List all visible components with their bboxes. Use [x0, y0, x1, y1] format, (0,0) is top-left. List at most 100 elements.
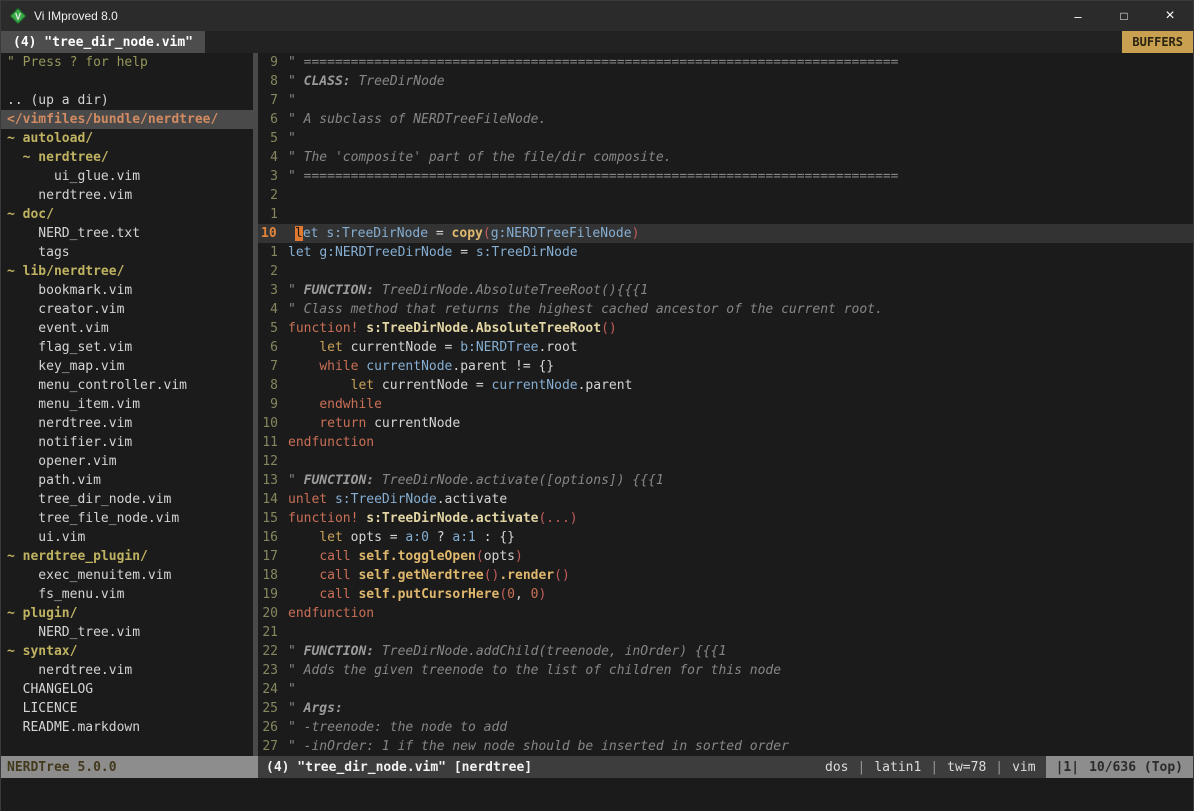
code-token: [288, 416, 319, 431]
code-line[interactable]: 9 endwhile: [258, 395, 1193, 414]
tree-file-item[interactable]: nerdtree.vim: [1, 661, 253, 680]
code-token: [288, 568, 319, 583]
code-line[interactable]: 1: [258, 205, 1193, 224]
tree-dir-item[interactable]: ~ doc/: [1, 205, 253, 224]
tree-file-item[interactable]: creator.vim: [1, 300, 253, 319]
code-token: TreeDirNode.AbsoluteTreeRoot(){{{1: [374, 283, 648, 298]
code-token: currentNode: [366, 359, 452, 374]
code-line[interactable]: 26" -treenode: the node to add: [258, 718, 1193, 737]
tab-label: (4) "tree_dir_node.vim": [13, 35, 193, 50]
tree-file-item[interactable]: NERD_tree.vim: [1, 623, 253, 642]
code-line[interactable]: 8 let currentNode = currentNode.parent: [258, 376, 1193, 395]
tree-file-item[interactable]: LICENCE: [1, 699, 253, 718]
code-line[interactable]: 10 return currentNode: [258, 414, 1193, 433]
tree-dir-item[interactable]: ~ nerdtree_plugin/: [1, 547, 253, 566]
line-number: 1: [258, 205, 288, 224]
code-line[interactable]: 15function! s:TreeDirNode.activate(...): [258, 509, 1193, 528]
code-line[interactable]: 3" FUNCTION: TreeDirNode.AbsoluteTreeRoo…: [258, 281, 1193, 300]
minimize-button[interactable]: –: [1055, 1, 1101, 31]
tree-file-item[interactable]: tags: [1, 243, 253, 262]
tabline-fill: [205, 31, 1122, 53]
code-line[interactable]: 20endfunction: [258, 604, 1193, 623]
tree-file-item[interactable]: menu_controller.vim: [1, 376, 253, 395]
tree-file-item[interactable]: ui.vim: [1, 528, 253, 547]
code-token: (: [483, 226, 491, 241]
code-line[interactable]: 14unlet s:TreeDirNode.activate: [258, 490, 1193, 509]
code-line[interactable]: 2: [258, 262, 1193, 281]
code-line[interactable]: 7 while currentNode.parent != {}: [258, 357, 1193, 376]
line-number: 2: [258, 262, 288, 281]
tree-up-dir-item[interactable]: .. (up a dir): [1, 91, 253, 110]
code-token: s:TreeDirNode: [335, 492, 437, 507]
tree-file-item[interactable]: event.vim: [1, 319, 253, 338]
code-line[interactable]: 22" FUNCTION: TreeDirNode.addChild(treen…: [258, 642, 1193, 661]
code-line[interactable]: 10let s:TreeDirNode = copy(g:NERDTreeFil…: [258, 224, 1193, 243]
code-line[interactable]: 16 let opts = a:0 ? a:1 : {}: [258, 528, 1193, 547]
code-line[interactable]: 5function! s:TreeDirNode.AbsoluteTreeRoo…: [258, 319, 1193, 338]
tree-dir-item[interactable]: ~ syntax/: [1, 642, 253, 661]
tree-file-item[interactable]: bookmark.vim: [1, 281, 253, 300]
tree-file-item[interactable]: key_map.vim: [1, 357, 253, 376]
tree-root-item[interactable]: </vimfiles/bundle/nerdtree/: [1, 110, 253, 129]
tree-file-item[interactable]: nerdtree.vim: [1, 186, 253, 205]
close-button[interactable]: ×: [1147, 1, 1193, 31]
tree-file-item[interactable]: CHANGELOG: [1, 680, 253, 699]
code-line[interactable]: 8" CLASS: TreeDirNode: [258, 72, 1193, 91]
code-text: " CLASS: TreeDirNode: [288, 72, 1193, 91]
code-line[interactable]: 17 call self.toggleOpen(opts): [258, 547, 1193, 566]
code-line[interactable]: 21: [258, 623, 1193, 642]
tree-file-item[interactable]: NERD_tree.txt: [1, 224, 253, 243]
tree-file-item[interactable]: nerdtree.vim: [1, 414, 253, 433]
code-text: " FUNCTION: TreeDirNode.addChild(treenod…: [288, 642, 1193, 661]
code-token: TreeDirNode: [351, 74, 445, 89]
tree-file-item[interactable]: fs_menu.vim: [1, 585, 253, 604]
code-line[interactable]: 13" FUNCTION: TreeDirNode.activate([opti…: [258, 471, 1193, 490]
code-token: (): [554, 568, 570, 583]
code-line[interactable]: 25" Args:: [258, 699, 1193, 718]
code-line[interactable]: 4" The 'composite' part of the file/dir …: [258, 148, 1193, 167]
code-line[interactable]: 1let g:NERDTreeDirNode = s:TreeDirNode: [258, 243, 1193, 262]
code-line[interactable]: 19 call self.putCursorHere(0, 0): [258, 585, 1193, 604]
code-line[interactable]: 4" Class method that returns the highest…: [258, 300, 1193, 319]
code-line[interactable]: 6" A subclass of NERDTreeFileNode.: [258, 110, 1193, 129]
tree-file-item[interactable]: menu_item.vim: [1, 395, 253, 414]
code-line[interactable]: 5": [258, 129, 1193, 148]
code-line[interactable]: 6 let currentNode = b:NERDTree.root: [258, 338, 1193, 357]
tree-file-item[interactable]: exec_menuitem.vim: [1, 566, 253, 585]
code-line[interactable]: 27" -inOrder: 1 if the new node should b…: [258, 737, 1193, 756]
minimize-icon: –: [1074, 10, 1081, 23]
tree-file-item[interactable]: README.markdown: [1, 718, 253, 737]
code-text: unlet s:TreeDirNode.activate: [288, 490, 1193, 509]
tree-dir-item[interactable]: ~ plugin/: [1, 604, 253, 623]
code-token: CLASS:: [304, 74, 351, 89]
code-line[interactable]: 12: [258, 452, 1193, 471]
code-line[interactable]: 24": [258, 680, 1193, 699]
code-token: [288, 530, 319, 545]
tree-file-item[interactable]: path.vim: [1, 471, 253, 490]
command-line[interactable]: [1, 778, 1193, 811]
nerdtree-panel: " Press ? for help.. (up a dir)</vimfile…: [1, 53, 253, 756]
code-token: (): [601, 321, 617, 336]
code-line[interactable]: 9" =====================================…: [258, 53, 1193, 72]
tree-dir-item[interactable]: ~ lib/nerdtree/: [1, 262, 253, 281]
code-line[interactable]: 3" =====================================…: [258, 167, 1193, 186]
tree-file-item[interactable]: notifier.vim: [1, 433, 253, 452]
code-token: [288, 587, 319, 602]
tab-tree-dir-node[interactable]: (4) "tree_dir_node.vim": [1, 31, 205, 53]
code-text: " Adds the given treenode to the list of…: [288, 661, 1193, 680]
tree-dir-item[interactable]: ~ autoload/: [1, 129, 253, 148]
tree-file-item[interactable]: tree_dir_node.vim: [1, 490, 253, 509]
tree-file-item[interactable]: opener.vim: [1, 452, 253, 471]
tree-dir-item[interactable]: ~ nerdtree/: [1, 148, 253, 167]
code-line[interactable]: 11endfunction: [258, 433, 1193, 452]
tree-file-item[interactable]: tree_file_node.vim: [1, 509, 253, 528]
tree-file-item[interactable]: flag_set.vim: [1, 338, 253, 357]
code-line[interactable]: 7": [258, 91, 1193, 110]
code-text: let g:NERDTreeDirNode = s:TreeDirNode: [288, 243, 1193, 262]
code-line[interactable]: 23" Adds the given treenode to the list …: [258, 661, 1193, 680]
code-line[interactable]: 18 call self.getNerdtree().render(): [258, 566, 1193, 585]
line-number: 16: [258, 528, 288, 547]
maximize-button[interactable]: □: [1101, 1, 1147, 31]
tree-file-item[interactable]: ui_glue.vim: [1, 167, 253, 186]
code-line[interactable]: 2: [258, 186, 1193, 205]
